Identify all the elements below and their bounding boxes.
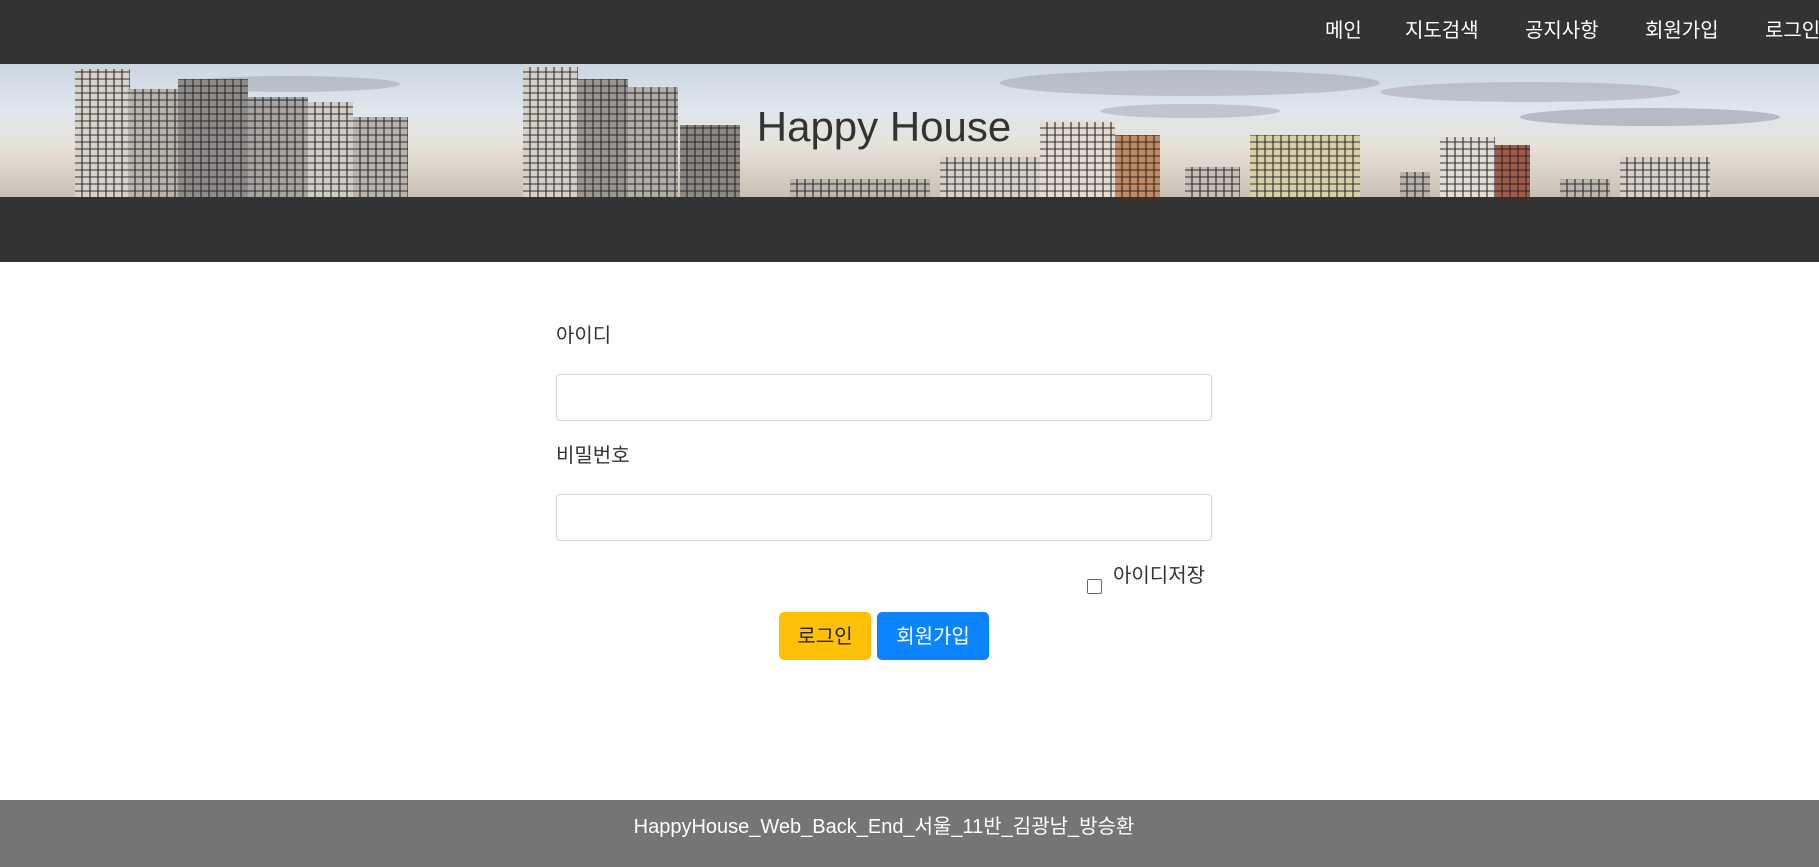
remember-id-checkbox[interactable] [1087,579,1102,594]
id-label: 아이디 [556,323,612,347]
login-button[interactable]: 로그인 [779,612,871,660]
header-dark-bar [0,197,1819,262]
remember-id-label[interactable]: 아이디저장 [1113,563,1205,587]
id-input[interactable] [556,374,1212,421]
header-banner: Happy House [0,64,1819,197]
password-input[interactable] [556,494,1212,541]
nav-item-map-search[interactable]: 지도검색 [1405,18,1479,42]
nav-item-main[interactable]: 메인 [1325,18,1362,42]
footer-text: HappyHouse_Web_Back_End_서울_11반_김광남_방승환 [633,816,1135,838]
nav-item-signup[interactable]: 회원가입 [1645,18,1719,42]
top-navbar: 메인 지도검색 공지사항 회원가입 로그인 [0,0,1819,64]
password-label: 비밀번호 [556,443,630,467]
nav-item-login[interactable]: 로그인 [1765,18,1819,42]
signup-button[interactable]: 회원가입 [877,612,989,660]
nav-item-notice[interactable]: 공지사항 [1525,18,1599,42]
banner-title: Happy House [756,103,1012,150]
